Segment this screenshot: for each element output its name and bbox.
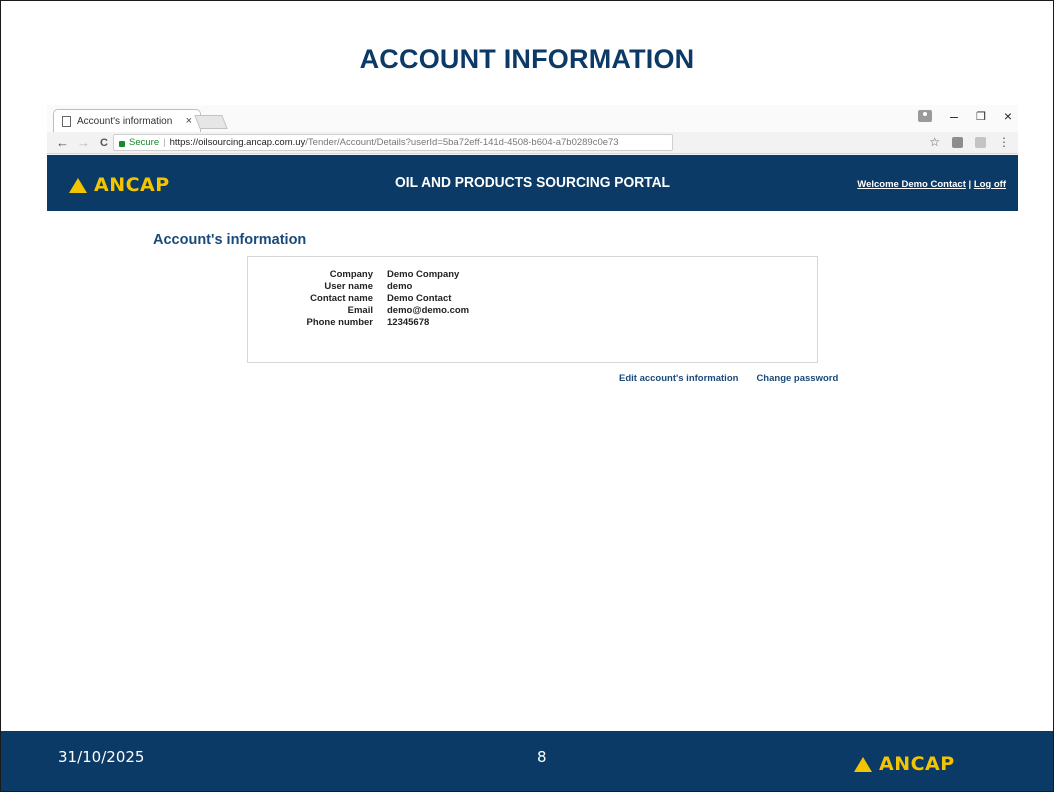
minimize-icon[interactable]: – [950, 108, 958, 124]
url-input[interactable]: Secure | https://oilsourcing.ancap.com.u… [113, 134, 673, 151]
url-separator: | [163, 137, 166, 148]
browser-window: Account's information × – ❐ × ← → C Secu… [47, 105, 1018, 630]
field-label: User name [324, 281, 373, 292]
field-value: Demo Company [387, 269, 460, 280]
page-body: Account's information Company Demo Compa… [47, 211, 1018, 630]
slide-title: ACCOUNT INFORMATION [359, 44, 695, 74]
url-host: https://oilsourcing.ancap.com.uy [169, 137, 306, 148]
profile-icon[interactable] [918, 110, 933, 122]
restore-icon[interactable]: ❐ [976, 110, 986, 123]
back-icon[interactable]: ← [56, 135, 69, 150]
page-number: 8 [537, 748, 547, 766]
forward-icon[interactable]: → [77, 135, 90, 150]
field-value: demo [387, 281, 413, 292]
bookmark-star-icon[interactable]: ☆ [929, 135, 940, 149]
change-password-link[interactable]: Change password [756, 373, 838, 384]
field-label: Phone number [306, 317, 373, 328]
account-info-card: Company Demo Company User name demo Cont… [247, 256, 818, 363]
logoff-link[interactable]: Log off [974, 179, 1006, 190]
action-links: Edit account's information Change passwor… [619, 373, 838, 384]
secure-label: Secure [129, 137, 160, 148]
window-controls: – ❐ × [918, 108, 1012, 124]
ancap-triangle-icon [69, 177, 87, 193]
user-links: Welcome Demo Contact | Log off [857, 179, 1006, 190]
toolbar-right: ☆ ⋮ [929, 135, 1010, 149]
page-icon [62, 115, 71, 127]
pdf-extension-icon[interactable] [975, 136, 986, 148]
field-label: Company [329, 269, 373, 280]
user-links-separator: | [965, 179, 974, 190]
portal-title: OIL AND PRODUCTS SOURCING PORTAL [395, 174, 670, 191]
page-heading: Account's information [153, 232, 307, 248]
tab-bar: Account's information × – ❐ × [47, 105, 1018, 132]
field-value: Demo Contact [387, 293, 452, 304]
tab-title: Account's information [77, 115, 173, 127]
edit-account-link[interactable]: Edit account's information [619, 373, 738, 384]
site-header: ANCAP OIL AND PRODUCTS SOURCING PORTAL W… [47, 155, 1018, 211]
welcome-link[interactable]: Welcome Demo Contact [857, 179, 966, 190]
url-path: /Tender/Account/Details?userId=5ba72eff-… [305, 137, 619, 148]
footer-ancap-logo: ANCAP [854, 753, 955, 775]
address-bar: ← → C Secure | https://oilsourcing.ancap… [47, 132, 1018, 154]
menu-icon[interactable]: ⋮ [998, 135, 1010, 149]
footer-logo-text: ANCAP [879, 753, 955, 775]
close-icon[interactable]: × [1004, 108, 1012, 124]
field-value: demo@demo.com [387, 305, 470, 316]
reload-icon[interactable]: C [98, 137, 110, 149]
ancap-triangle-icon [854, 756, 872, 772]
footer-date: 31/10/2025 [58, 748, 145, 766]
field-label: Contact name [310, 293, 373, 304]
slide-footer: 31/10/2025 8 ANCAP [1, 731, 1053, 791]
extension-icon[interactable] [952, 136, 963, 148]
lock-icon [119, 140, 125, 147]
field-label: Email [347, 305, 373, 316]
tab-close-icon[interactable]: × [186, 115, 192, 127]
browser-tab[interactable]: Account's information × [53, 109, 201, 132]
field-value: 12345678 [387, 317, 430, 328]
new-tab-button[interactable] [194, 115, 228, 129]
